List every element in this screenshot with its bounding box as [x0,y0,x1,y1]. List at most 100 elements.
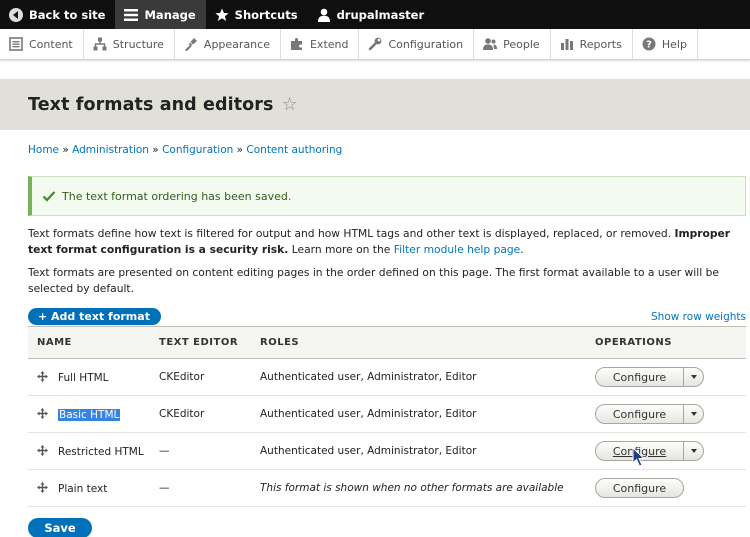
breadcrumb-content-authoring[interactable]: Content authoring [246,144,342,156]
configure-button[interactable]: Configure [596,405,683,423]
content-icon [9,37,23,51]
configure-dropbutton: Configure [595,478,684,498]
tray-item-label: Content [29,37,73,51]
tray-item-configuration[interactable]: Configuration [359,29,475,59]
tray-item-label: Appearance [203,37,270,51]
tray-item-content[interactable]: Content [0,29,84,59]
description-text: . [520,243,524,256]
help-icon: ? [642,37,656,51]
tray-item-label: Help [661,37,687,51]
roles-cell: Authenticated user, Administrator, Edito… [260,432,595,470]
people-icon [483,38,498,50]
chevron-down-icon [690,449,697,453]
text-editor-cell: — [159,469,260,507]
main-content: Home » Administration » Configuration » … [0,144,750,325]
star-icon [215,8,229,21]
checkmark-icon [42,191,56,202]
configure-button[interactable]: Configure [596,479,683,497]
back-to-site-link[interactable]: Back to site [0,0,115,29]
manage-tray: Content Structure Appearance Extend Conf… [0,29,750,60]
show-row-weights-link[interactable]: Show row weights [651,311,746,323]
tray-item-label: Structure [112,37,164,51]
back-arrow-icon [9,7,23,22]
roles-cell: This format is shown when no other forma… [260,469,595,507]
manage-tab[interactable]: Manage [115,0,206,29]
column-header-operations: OPERATIONS [595,326,746,359]
roles-cell: Authenticated user, Administrator, Edito… [260,395,595,433]
menu-icon [124,8,139,21]
user-icon [317,8,330,22]
text-editor-cell: CKEditor [159,358,260,396]
format-name: Plain text [58,482,108,495]
roles-cell: Authenticated user, Administrator, Edito… [260,358,595,396]
text-formats-table: NAME TEXT EDITOR ROLES OPERATIONS Full H… [28,326,746,507]
table-row: Basic HTML CKEditor Authenticated user, … [28,395,746,433]
breadcrumb-administration[interactable]: Administration [72,144,149,156]
dropbutton-toggle[interactable] [683,405,703,423]
appearance-icon [184,38,197,51]
breadcrumb-separator: » [148,144,163,156]
user-label: drupalmaster [336,7,425,22]
extend-icon [290,38,302,50]
shortcuts-tab[interactable]: Shortcuts [206,0,308,29]
mouse-cursor-icon [632,447,646,467]
text-editor-cell: — [159,432,260,470]
page-title: Text formats and editors [28,94,274,115]
breadcrumb-separator: » [233,144,247,156]
table-row: Plain text — This format is shown when n… [28,469,746,507]
configure-dropbutton: Configure [595,441,704,461]
breadcrumb-home[interactable]: Home [28,144,59,156]
tray-item-structure[interactable]: Structure [84,29,175,59]
configure-dropbutton: Configure [595,404,704,424]
configure-dropbutton: Configure [595,367,704,387]
tray-item-label: People [503,37,540,51]
status-message: The text format ordering has been saved. [28,176,746,216]
configure-button[interactable]: Configure [596,368,683,386]
page-header: Text formats and editors ☆ [0,79,750,130]
structure-icon [93,37,107,51]
table-row: Full HTML CKEditor Authenticated user, A… [28,358,746,396]
tray-item-appearance[interactable]: Appearance [175,29,281,59]
breadcrumb: Home » Administration » Configuration » … [28,144,746,156]
status-message-text: The text format ordering has been saved. [62,189,292,203]
format-name: Basic HTML [58,408,121,421]
reports-icon [560,39,573,50]
shortcuts-label: Shortcuts [234,7,298,22]
drag-handle-icon[interactable] [37,407,48,419]
tray-item-extend[interactable]: Extend [281,29,360,59]
tray-item-reports[interactable]: Reports [551,29,633,59]
text-editor-cell: CKEditor [159,395,260,433]
description-text: Learn more on the [288,243,394,256]
description-text: Text formats define how text is filtered… [28,227,675,240]
tray-item-people[interactable]: People [474,29,551,59]
chevron-down-icon [690,375,697,379]
tray-item-label: Extend [309,37,349,51]
tray-item-help[interactable]: ? Help [633,29,698,59]
order-description: Text formats are presented on content ed… [28,266,719,295]
drag-handle-icon[interactable] [37,444,48,456]
dropbutton-toggle[interactable] [683,368,703,386]
filter-help-link[interactable]: Filter module help page [394,243,521,256]
description-paragraph: Text formats define how text is filtered… [28,226,746,258]
manage-label: Manage [144,7,196,22]
breadcrumb-separator: » [59,144,73,156]
tray-item-label: Reports [579,37,622,51]
admin-toolbar: Back to site Manage Shortcuts drupalmast… [0,0,750,29]
format-name: Restricted HTML [58,445,144,458]
save-button[interactable]: Save [28,518,92,537]
shortcut-star-icon[interactable]: ☆ [282,94,298,115]
dropbutton-toggle[interactable] [683,442,703,460]
tray-item-label: Configuration [388,37,464,51]
add-text-format-button[interactable]: + Add text format [28,308,161,325]
back-to-site-label: Back to site [29,7,106,22]
svg-text:?: ? [646,40,652,51]
drag-handle-icon[interactable] [37,370,48,382]
chevron-down-icon [690,412,697,416]
user-tab[interactable]: drupalmaster [308,0,435,29]
configuration-icon [369,37,382,51]
column-header-name: NAME [28,326,159,359]
table-header-row: NAME TEXT EDITOR ROLES OPERATIONS [28,326,746,359]
breadcrumb-configuration[interactable]: Configuration [162,144,233,156]
drag-handle-icon[interactable] [37,481,48,493]
column-header-roles: ROLES [260,326,595,359]
